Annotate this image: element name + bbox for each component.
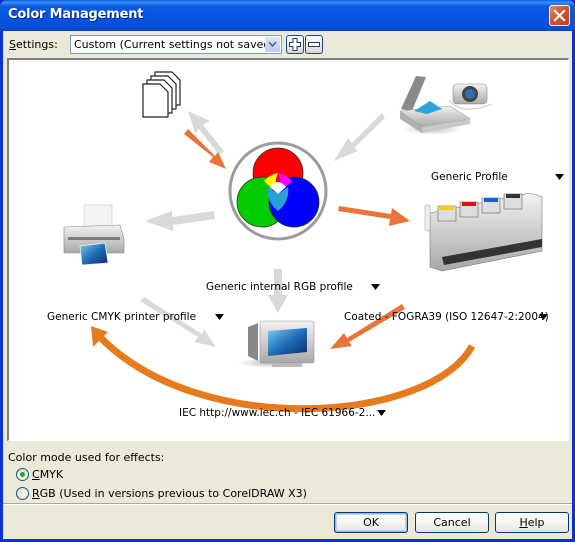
rgb-circles-icon[interactable] bbox=[228, 141, 328, 241]
separator bbox=[3, 503, 572, 505]
radio-button-checked[interactable] bbox=[16, 468, 29, 481]
close-icon bbox=[553, 9, 566, 22]
effects-color-mode-label: Color mode used for effects: bbox=[8, 451, 165, 464]
printing-press-icon bbox=[424, 192, 543, 272]
printer-profile-dropdown-icon[interactable] bbox=[215, 314, 224, 320]
printer-icon bbox=[63, 204, 125, 266]
window-title: Color Management bbox=[8, 7, 144, 22]
radio-cmyk-label: CMYK bbox=[32, 468, 64, 481]
printer-profile-label: Generic CMYK printer profile bbox=[47, 311, 197, 323]
press-profile-dropdown-icon[interactable] bbox=[539, 314, 548, 320]
documents-icon bbox=[142, 71, 181, 118]
radio-rgb-label: RGB (Used in versions previous to CorelD… bbox=[32, 487, 307, 500]
rgb-profile-label: Generic internal RGB profile bbox=[206, 281, 353, 293]
monitor-profile-dropdown-icon[interactable] bbox=[377, 410, 386, 416]
monitor-profile-label: IEC http://www.iec.ch - IEC 61966-2... bbox=[179, 407, 376, 419]
arrow-input-to-rgb bbox=[334, 113, 385, 161]
monitor-icon bbox=[238, 320, 315, 368]
settings-selected-value: Custom (Current settings not saved) bbox=[74, 38, 275, 51]
workflow-diagram bbox=[63, 71, 543, 413]
arrow-rgb-to-printer bbox=[145, 211, 215, 231]
dialog-body: Settings: Custom (Current settings not s… bbox=[3, 31, 572, 539]
color-management-dialog: Color Management Settings: Custom (Curre… bbox=[0, 0, 575, 542]
minus-icon bbox=[308, 42, 320, 47]
title-bar[interactable]: Color Management bbox=[0, 0, 575, 31]
rgb-profile-dropdown-icon[interactable] bbox=[371, 284, 380, 290]
remove-preset-button[interactable] bbox=[305, 35, 323, 54]
press-profile-label: Coated - FOGRA39 (ISO 12647-2:2004) bbox=[344, 311, 549, 323]
radio-button-unchecked[interactable] bbox=[16, 487, 29, 500]
add-preset-button[interactable] bbox=[286, 35, 304, 54]
help-button[interactable]: Help bbox=[495, 512, 569, 533]
cancel-button[interactable]: Cancel bbox=[415, 512, 489, 533]
dropdown-button[interactable] bbox=[265, 37, 280, 52]
input-profile-label: Generic Profile bbox=[431, 171, 508, 183]
input-profile-dropdown-icon[interactable] bbox=[555, 174, 564, 180]
chevron-down-icon bbox=[268, 41, 277, 48]
settings-dropdown[interactable]: Custom (Current settings not saved) bbox=[70, 35, 282, 54]
ok-button[interactable]: OK bbox=[334, 512, 408, 533]
close-button[interactable] bbox=[549, 5, 570, 26]
arrow-rgb-to-press bbox=[338, 206, 410, 226]
scanner-camera-icon bbox=[399, 76, 493, 135]
workflow-diagram-panel: Generic Profile Generic internal RGB pro… bbox=[7, 58, 569, 441]
settings-label: Settings: bbox=[9, 38, 58, 51]
plus-icon bbox=[289, 38, 301, 51]
